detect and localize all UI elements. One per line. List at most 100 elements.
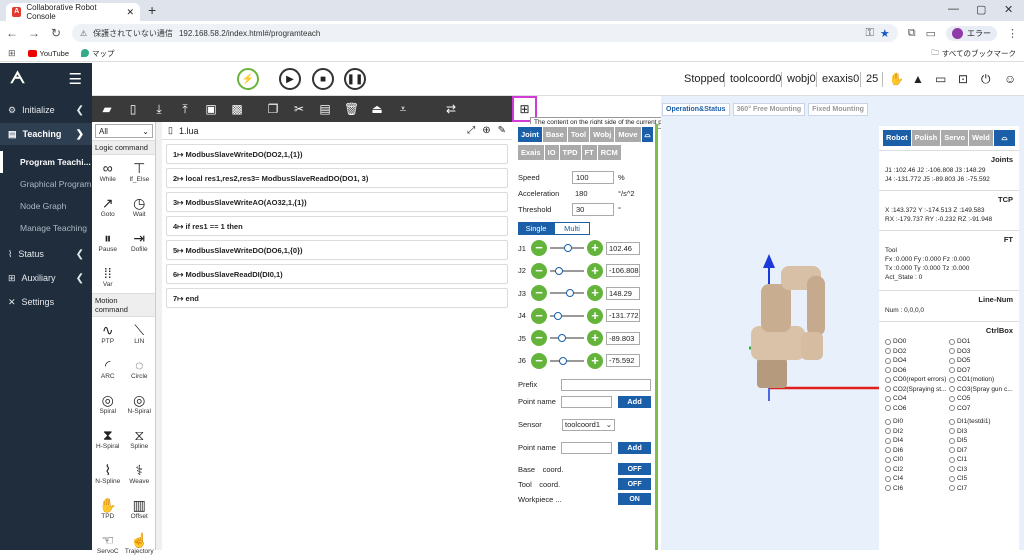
tool-coord-toggle[interactable]: OFF — [618, 478, 651, 490]
minimize-icon[interactable]: — — [948, 3, 959, 15]
io-item[interactable]: DO1 — [949, 337, 1013, 347]
hand-icon[interactable]: ✋ — [889, 72, 904, 86]
cmd-spiral[interactable]: ◎ Spiral — [92, 387, 124, 420]
tab-weld[interactable]: Weld — [969, 130, 993, 146]
plus-icon[interactable]: + — [587, 352, 603, 369]
sidebar-item-auxiliary[interactable]: ⊞ Auxiliary ❮ — [0, 267, 92, 289]
io-item[interactable]: DI3 — [949, 427, 1013, 437]
base-coord-toggle[interactable]: OFF — [618, 463, 651, 475]
minus-icon[interactable]: − — [531, 262, 547, 279]
program-line[interactable]: 7↦ end — [166, 288, 508, 308]
minus-icon[interactable]: − — [531, 240, 547, 257]
cmd-weave[interactable]: ⚕ Weave — [124, 457, 156, 490]
slider-knob[interactable] — [559, 356, 568, 365]
save-as-icon[interactable]: ▩ — [230, 102, 244, 116]
cmd-ptp[interactable]: ∿ PTP — [92, 317, 124, 350]
bookmark-youtube[interactable]: YouTube — [27, 49, 69, 58]
cmd-offset[interactable]: ▥ Offset — [124, 492, 156, 525]
collapse-icon[interactable]: ⌓ — [993, 130, 1015, 146]
cmd-n-spline[interactable]: ⌇ N-Spline — [92, 457, 124, 490]
io-item[interactable]: DI2 — [885, 427, 949, 437]
copy-icon[interactable]: ❐ — [266, 102, 280, 116]
joint-slider[interactable] — [550, 244, 584, 253]
tab-free-mounting[interactable]: 360° Free Mounting — [732, 103, 806, 116]
program-line[interactable]: 3↦ ModbusSlaveWriteAO(AO32,1,{1}) — [166, 192, 508, 212]
io-item[interactable]: DI0 — [885, 417, 949, 427]
slider-knob[interactable] — [565, 289, 574, 298]
reload-icon[interactable]: ↻ — [50, 26, 62, 40]
sidebar-item-status[interactable]: ⌇ Status ❮ — [0, 243, 92, 265]
cmd-trajectory[interactable]: ☝ Trajectory — [124, 527, 156, 560]
tab-exais[interactable]: Exais — [518, 145, 544, 160]
tab-fixed-mounting[interactable]: Fixed Mounting — [808, 103, 868, 116]
io-item[interactable]: CI5 — [949, 474, 1013, 484]
tab-base[interactable]: Base — [542, 127, 567, 142]
tab-tool[interactable]: Tool — [567, 127, 590, 142]
sensor-point-input[interactable] — [560, 441, 613, 454]
tab-robot[interactable]: Robot — [883, 130, 911, 146]
io-item[interactable]: DI5 — [949, 436, 1013, 446]
sidepanel-icon[interactable]: ▭ — [926, 27, 936, 40]
pause-button[interactable]: ❚❚ — [344, 68, 366, 90]
prefix-input[interactable] — [560, 378, 651, 391]
url-input[interactable]: ⚠ 保護されていない通信 192.168.58.2/index.html#/pr… — [72, 24, 898, 42]
slider-knob[interactable] — [555, 266, 564, 275]
expand-icon[interactable]: ⤢ — [467, 125, 475, 136]
stop-button[interactable]: ■ — [312, 68, 334, 90]
io-item[interactable]: CO1(motion) — [949, 375, 1013, 385]
joint-slider[interactable] — [550, 334, 584, 343]
io-item[interactable]: CI2 — [885, 465, 949, 475]
warning-icon[interactable]: ▲ — [912, 72, 924, 86]
all-bookmarks[interactable]: 🗀 すべてのブックマーク — [931, 47, 1016, 60]
collapse-icon[interactable]: ⌓ — [641, 127, 654, 142]
edit-icon[interactable]: ✎ — [498, 125, 506, 136]
speed-input[interactable]: 100 — [572, 170, 614, 184]
cmd-h-spiral[interactable]: ⧗ H-Spiral — [92, 422, 124, 455]
sidebar-item-settings[interactable]: ✕ Settings — [0, 291, 92, 313]
key-icon[interactable]: ⚿ — [865, 27, 873, 40]
menu-dots-icon[interactable]: ⋮ — [1007, 27, 1018, 40]
threshold-input[interactable]: 30 — [572, 202, 614, 216]
monitor-icon[interactable]: ▭ — [935, 72, 946, 86]
sidebar-sub-graphical-program[interactable]: Graphical Program — [0, 173, 92, 195]
joint-value-input[interactable]: -89.803 — [606, 331, 640, 345]
joint-value-input[interactable]: -131.772 — [606, 309, 640, 323]
joint-slider[interactable] — [550, 311, 584, 320]
mode-multi[interactable]: Multi — [554, 222, 590, 235]
sidebar-item-teaching[interactable]: ▤ Teaching ❯ — [0, 123, 92, 145]
io-item[interactable]: DO3 — [949, 347, 1013, 357]
plus-icon[interactable]: + — [587, 262, 603, 279]
io-item[interactable]: CO4 — [885, 394, 949, 404]
cmd-dofile[interactable]: ⇥ Dofile — [124, 225, 156, 258]
window-close-icon[interactable]: ✕ — [1004, 3, 1013, 16]
tab-io[interactable]: IO — [544, 145, 559, 160]
io-item[interactable]: CI1 — [949, 455, 1013, 465]
speed-value[interactable]: 25 — [866, 73, 878, 85]
cut-icon[interactable]: ✂ — [292, 102, 306, 116]
program-line[interactable]: 5↦ ModbusSlaveWriteDO(DO6,1,{0}) — [166, 240, 508, 260]
back-icon[interactable]: ← — [6, 26, 18, 40]
program-line[interactable]: 6↦ ModbusSlaveReadDI(DI0,1) — [166, 264, 508, 284]
tab-rcm[interactable]: RCM — [597, 145, 621, 160]
cmd-goto[interactable]: ↗ Goto — [92, 190, 124, 223]
plus-icon[interactable]: + — [587, 330, 603, 347]
cmd-lin[interactable]: ⟍ LIN — [124, 317, 156, 350]
mode-single[interactable]: Single — [518, 222, 554, 235]
star-icon[interactable]: ★ — [880, 27, 890, 40]
user-icon[interactable]: ☺ — [1004, 72, 1016, 86]
io-item[interactable]: DO0 — [885, 337, 949, 347]
run-button[interactable]: ▶ — [279, 68, 301, 90]
io-item[interactable]: CI3 — [949, 465, 1013, 475]
maximize-icon[interactable]: ▢ — [976, 3, 986, 16]
slider-knob[interactable] — [557, 334, 566, 343]
joint-value-input[interactable]: -106.808 — [606, 264, 640, 278]
minus-icon[interactable]: − — [531, 352, 547, 369]
cmd-servoc[interactable]: ☜ ServoC — [92, 527, 124, 560]
io-item[interactable]: CO5 — [949, 394, 1013, 404]
sensor-select[interactable]: toolcoord1 ⌄ — [562, 418, 615, 431]
io-item[interactable]: CO2(Spraying st... — [885, 385, 949, 395]
io-item[interactable]: CI7 — [949, 484, 1013, 494]
extensions-icon[interactable]: ⧉ — [908, 27, 916, 40]
program-line[interactable]: 4↦ if res1 == 1 then — [166, 216, 508, 236]
cmd-n-spiral[interactable]: ◎ N-Spiral — [124, 387, 156, 420]
